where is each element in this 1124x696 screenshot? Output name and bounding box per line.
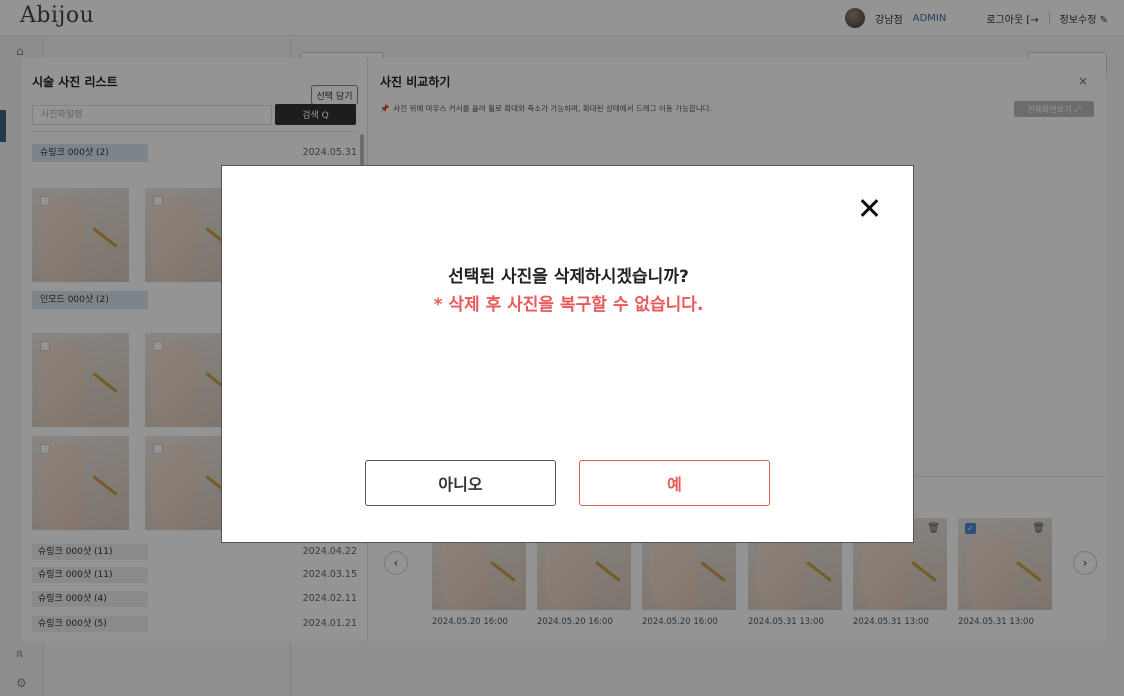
delete-confirm-dialog: 선택된 사진을 삭제하시겠습니까? * 삭제 후 사진을 복구할 수 없습니다.… xyxy=(221,165,914,543)
confirm-delete-button[interactable]: 예 xyxy=(579,460,770,506)
close-icon[interactable] xyxy=(857,196,881,220)
cancel-button[interactable]: 아니오 xyxy=(365,460,556,506)
dialog-warning: * 삭제 후 사진을 복구할 수 없습니다. xyxy=(433,295,704,315)
dialog-message: 선택된 사진을 삭제하시겠습니까? xyxy=(448,267,689,287)
